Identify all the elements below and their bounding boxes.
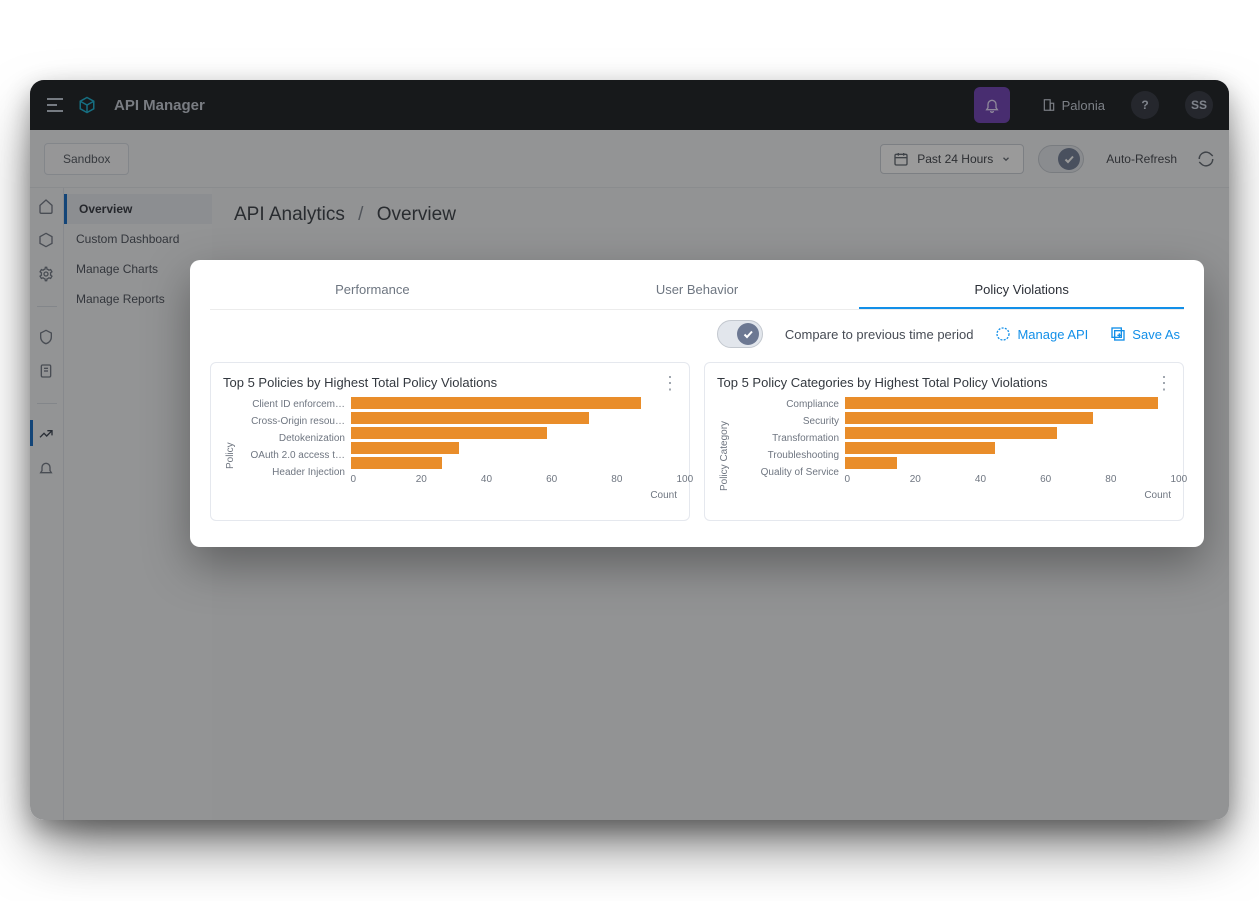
chart-bar bbox=[351, 412, 589, 424]
chart-category-label: OAuth 2.0 access t… bbox=[236, 449, 351, 464]
chart-tick: 80 bbox=[611, 474, 612, 485]
chart-bar bbox=[845, 442, 995, 454]
chart-bar bbox=[351, 397, 641, 409]
check-icon bbox=[737, 323, 759, 345]
chart-bar bbox=[845, 412, 1093, 424]
chart-category-label: Quality of Service bbox=[730, 466, 845, 481]
tab-user-behavior[interactable]: User Behavior bbox=[535, 272, 860, 309]
manage-api-button[interactable]: Manage API bbox=[995, 326, 1088, 342]
chart-category-label: Security bbox=[730, 415, 845, 430]
chart-title: Top 5 Policies by Highest Total Policy V… bbox=[223, 375, 661, 390]
chart-tick: 20 bbox=[416, 474, 417, 485]
chart-bar bbox=[351, 442, 459, 454]
chart-tick: 100 bbox=[1171, 474, 1172, 485]
chart-xlabel: Count bbox=[650, 490, 677, 501]
chart-category-label: Cross-Origin resou… bbox=[236, 415, 351, 430]
chart-title: Top 5 Policy Categories by Highest Total… bbox=[717, 375, 1155, 390]
chart-tick: 20 bbox=[910, 474, 911, 485]
chart-tick: 40 bbox=[975, 474, 976, 485]
chart-bar bbox=[845, 427, 1057, 439]
chart-tick: 60 bbox=[546, 474, 547, 485]
chart-tick: 60 bbox=[1040, 474, 1041, 485]
chart-ylabel: Policy bbox=[223, 396, 236, 516]
compare-label: Compare to previous time period bbox=[785, 327, 974, 342]
chart-card: Top 5 Policy Categories by Highest Total… bbox=[704, 362, 1184, 521]
chart-bar bbox=[351, 457, 442, 469]
analytics-panel: PerformanceUser BehaviorPolicy Violation… bbox=[190, 260, 1204, 547]
chart-menu-kebab[interactable]: ⋮ bbox=[1155, 381, 1171, 385]
chart-category-label: Client ID enforcem… bbox=[236, 398, 351, 413]
chart-bar bbox=[351, 427, 547, 439]
chart-tick: 100 bbox=[677, 474, 678, 485]
chart-category-label: Detokenization bbox=[236, 432, 351, 447]
tab-policy-violations[interactable]: Policy Violations bbox=[859, 272, 1184, 309]
chart-bar bbox=[845, 397, 1158, 409]
chart-menu-kebab[interactable]: ⋮ bbox=[661, 381, 677, 385]
tab-performance[interactable]: Performance bbox=[210, 272, 535, 309]
chart-category-label: Header Injection bbox=[236, 466, 351, 481]
chart-tick: 0 bbox=[351, 474, 352, 485]
chart-bar bbox=[845, 457, 897, 469]
chart-category-label: Compliance bbox=[730, 398, 845, 413]
chart-category-label: Transformation bbox=[730, 432, 845, 447]
chart-xlabel: Count bbox=[1144, 490, 1171, 501]
chart-tick: 80 bbox=[1105, 474, 1106, 485]
save-as-button[interactable]: Save As bbox=[1110, 326, 1180, 342]
chart-ylabel: Policy Category bbox=[717, 396, 730, 516]
chart-card: Top 5 Policies by Highest Total Policy V… bbox=[210, 362, 690, 521]
chart-tick: 0 bbox=[845, 474, 846, 485]
chart-tick: 40 bbox=[481, 474, 482, 485]
chart-category-label: Troubleshooting bbox=[730, 449, 845, 464]
panel-tabs: PerformanceUser BehaviorPolicy Violation… bbox=[210, 272, 1184, 310]
compare-toggle[interactable] bbox=[717, 320, 763, 348]
